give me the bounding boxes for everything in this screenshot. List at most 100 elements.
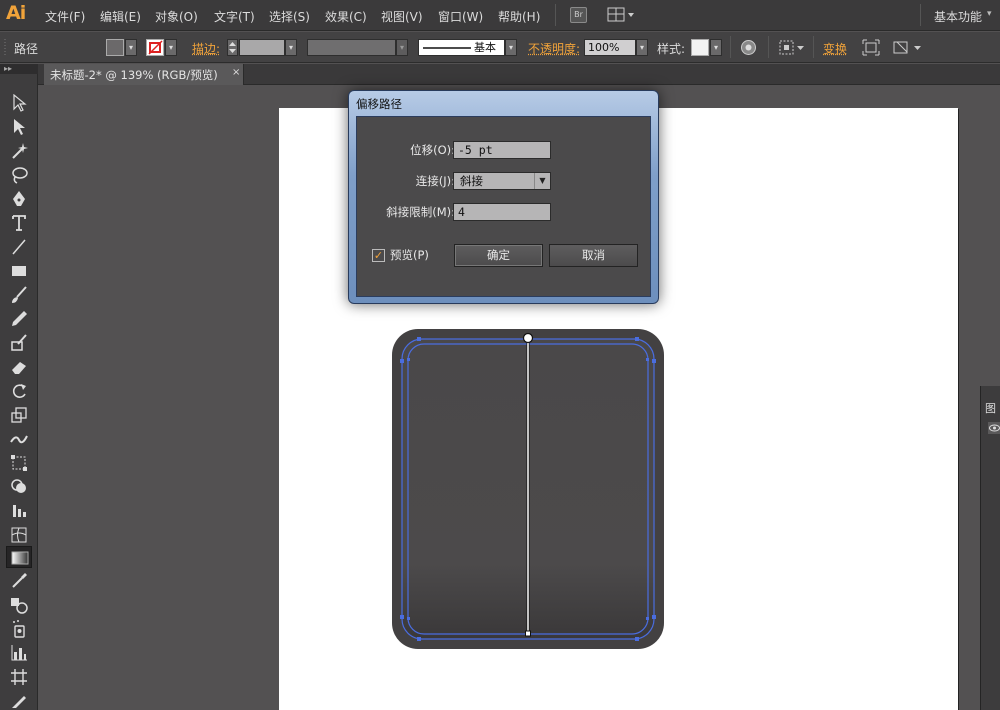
app-logo: Ai bbox=[6, 2, 26, 24]
stroke-weight-field[interactable] bbox=[239, 39, 285, 56]
stepper-arrows-icon bbox=[229, 42, 236, 53]
layers-panel-collapsed: 图 bbox=[980, 386, 1000, 710]
lasso-tool[interactable] bbox=[6, 164, 32, 186]
dialog-body: 位移(O): -5 pt 连接(J): 斜接 ▼ 斜接限制(M): 4 ✓ 预览… bbox=[356, 116, 651, 297]
free-transform-tool[interactable] bbox=[6, 452, 32, 474]
miter-limit-input[interactable]: 4 bbox=[453, 203, 551, 221]
mesh-icon bbox=[11, 527, 27, 543]
menu-select[interactable]: 选择(S) bbox=[269, 8, 310, 25]
menu-effect[interactable]: 效果(C) bbox=[325, 8, 367, 25]
opacity-field[interactable]: 100% bbox=[584, 39, 636, 56]
panel-tab-label[interactable]: 图 bbox=[985, 400, 1000, 416]
direct-selection-tool[interactable] bbox=[6, 116, 32, 138]
eyedropper-icon bbox=[12, 573, 27, 588]
selection-tool[interactable] bbox=[6, 92, 32, 114]
variable-width-profile[interactable] bbox=[307, 39, 396, 56]
bridge-button[interactable]: Br bbox=[570, 7, 587, 23]
control-separator bbox=[813, 36, 814, 58]
preview-checkbox[interactable]: ✓ bbox=[372, 249, 385, 262]
menu-help[interactable]: 帮助(H) bbox=[498, 8, 540, 25]
graph-icon bbox=[13, 505, 26, 517]
menu-edit[interactable]: 编辑(E) bbox=[100, 8, 141, 25]
menu-object[interactable]: 对象(O) bbox=[155, 8, 198, 25]
menu-bar: Ai 文件(F) 编辑(E) 对象(O) 文字(T) 选择(S) 效果(C) 视… bbox=[0, 0, 1000, 31]
eyedropper-tool[interactable] bbox=[6, 570, 32, 592]
column-graph-icon bbox=[11, 645, 27, 661]
line-segment-tool[interactable] bbox=[6, 236, 32, 258]
opacity-label[interactable]: 不透明度: bbox=[528, 40, 580, 57]
opacity-dropdown[interactable]: ▾ bbox=[636, 39, 648, 56]
menu-type[interactable]: 文字(T) bbox=[214, 8, 255, 25]
joins-label: 连接(J): bbox=[415, 174, 455, 188]
close-icon[interactable]: × bbox=[232, 67, 240, 78]
mesh-tool[interactable] bbox=[6, 524, 32, 546]
chevron-down-icon[interactable]: ▾ bbox=[987, 9, 992, 19]
brush-definition-dropdown[interactable]: ▾ bbox=[505, 39, 517, 56]
isolate-object-icon[interactable] bbox=[862, 39, 880, 56]
graphic-style-dropdown[interactable]: ▾ bbox=[710, 39, 722, 56]
graph-tool[interactable] bbox=[6, 500, 32, 522]
blob-brush-tool[interactable] bbox=[6, 332, 32, 354]
menu-window[interactable]: 窗口(W) bbox=[438, 8, 483, 25]
slice-tool[interactable] bbox=[6, 690, 32, 710]
preview-label[interactable]: 预览(P) bbox=[390, 247, 429, 263]
workspace-switcher[interactable]: 基本功能 bbox=[934, 8, 982, 25]
symbol-sprayer-tool[interactable] bbox=[6, 618, 32, 640]
column-graph-tool[interactable] bbox=[6, 642, 32, 664]
fill-swatch[interactable] bbox=[106, 39, 124, 56]
joins-select[interactable]: 斜接 ▼ bbox=[453, 172, 551, 190]
menu-view[interactable]: 视图(V) bbox=[381, 8, 423, 25]
pencil-tool[interactable] bbox=[6, 308, 32, 330]
stroke-label[interactable]: 描边: bbox=[192, 40, 220, 57]
gradient-tool[interactable] bbox=[6, 546, 32, 568]
variable-width-dropdown[interactable]: ▾ bbox=[396, 39, 408, 56]
artboard-tool[interactable] bbox=[6, 666, 32, 688]
align-to-icon[interactable] bbox=[778, 39, 806, 56]
style-label: 样式: bbox=[657, 42, 686, 56]
fill-dropdown[interactable]: ▾ bbox=[125, 39, 137, 56]
control-panel-menu-icon[interactable] bbox=[892, 39, 924, 56]
document-tab[interactable]: 未标题-2* @ 139% (RGB/预览) × bbox=[44, 64, 244, 85]
blend-tool[interactable] bbox=[6, 594, 32, 616]
stroke-dropdown[interactable]: ▾ bbox=[165, 39, 177, 56]
panel-grip-icon bbox=[4, 39, 6, 56]
document-tab-title: 未标题-2* @ 139% (RGB/预览) bbox=[50, 68, 218, 82]
arrange-documents-button[interactable] bbox=[607, 7, 635, 23]
stroke-weight-dropdown[interactable]: ▾ bbox=[285, 39, 297, 56]
pencil-icon bbox=[12, 311, 27, 326]
collapse-panel-icon[interactable]: ▸▸ bbox=[0, 64, 38, 74]
menu-file[interactable]: 文件(F) bbox=[45, 8, 85, 25]
menu-separator bbox=[920, 4, 921, 26]
brush-style-label: 基本 bbox=[474, 41, 496, 54]
width-tool[interactable] bbox=[6, 428, 32, 450]
rotate-tool[interactable] bbox=[6, 380, 32, 402]
transform-link[interactable]: 变换 bbox=[823, 40, 847, 57]
rectangle-icon bbox=[12, 266, 26, 276]
blend-icon bbox=[11, 598, 28, 614]
cancel-button[interactable]: 取消 bbox=[549, 244, 638, 267]
recolor-artwork-icon[interactable] bbox=[740, 39, 757, 56]
stroke-weight-stepper[interactable] bbox=[227, 39, 238, 56]
brush-definition-field[interactable]: 基本 bbox=[418, 39, 505, 56]
selected-artwork[interactable] bbox=[390, 326, 668, 652]
line-icon bbox=[12, 239, 26, 255]
offset-input[interactable]: -5 pt bbox=[453, 141, 551, 159]
graphic-style-swatch[interactable] bbox=[691, 39, 709, 56]
eraser-tool[interactable] bbox=[6, 356, 32, 378]
paintbrush-tool[interactable] bbox=[6, 284, 32, 306]
gradient-icon bbox=[11, 551, 29, 565]
eye-icon[interactable] bbox=[988, 422, 1000, 434]
stroke-swatch[interactable] bbox=[146, 39, 164, 56]
shape-builder-tool[interactable] bbox=[6, 476, 32, 498]
document-tab-strip: 未标题-2* @ 139% (RGB/预览) × bbox=[0, 64, 1000, 85]
miter-limit-label: 斜接限制(M): bbox=[386, 205, 455, 219]
type-tool[interactable] bbox=[6, 212, 32, 234]
no-stroke-icon bbox=[148, 40, 163, 55]
magic-wand-tool[interactable] bbox=[6, 140, 32, 162]
ok-button[interactable]: 确定 bbox=[454, 244, 543, 267]
pen-tool[interactable] bbox=[6, 188, 32, 210]
scale-tool[interactable] bbox=[6, 404, 32, 426]
paintbrush-icon bbox=[12, 286, 27, 303]
visibility-eye-icon bbox=[989, 424, 1000, 432]
rectangle-tool[interactable] bbox=[6, 260, 32, 282]
